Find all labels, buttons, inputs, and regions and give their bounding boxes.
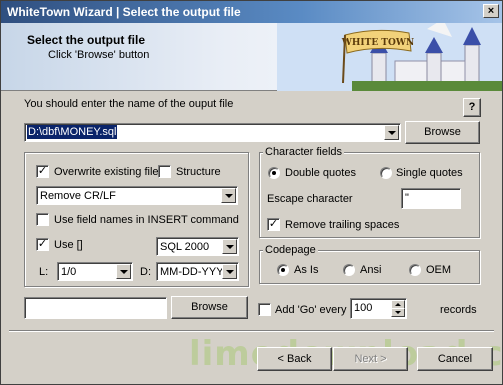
chevron-down-icon[interactable] (222, 264, 237, 279)
escape-char-input[interactable]: " (401, 188, 461, 209)
remove-trailing-checkbox[interactable]: ✓ (267, 218, 280, 231)
add-go-checkbox[interactable] (258, 303, 271, 316)
add-go-label: Add 'Go' every (275, 304, 347, 316)
page-title: Select the output file (27, 33, 146, 47)
remove-trailing-label: Remove trailing spaces (285, 219, 400, 231)
back-button[interactable]: < Back (257, 347, 332, 371)
help-button[interactable]: ? (463, 98, 481, 117)
use-brackets-label: Use [] (54, 239, 83, 251)
chevron-down-icon[interactable] (221, 188, 236, 203)
d-label: D: (140, 266, 151, 278)
close-icon: × (487, 5, 495, 17)
single-quotes-label: Single quotes (396, 167, 463, 179)
codepage-oem-radio[interactable] (409, 264, 421, 276)
output-prompt: You should enter the name of the ouput f… (24, 98, 234, 110)
crlf-select[interactable]: Remove CR/LF (36, 186, 238, 205)
use-brackets-checkbox[interactable]: ✓ (36, 238, 49, 251)
overwrite-checkbox[interactable]: ✓ (36, 165, 49, 178)
chevron-down-icon[interactable] (222, 239, 237, 254)
sql-version-select[interactable]: SQL 2000 (156, 237, 239, 256)
castle-logo-icon: WHITE TOWN (277, 23, 502, 91)
codepage-oem-label: OEM (426, 264, 452, 276)
browse-output-button[interactable]: Browse (405, 121, 480, 144)
output-file-combo[interactable]: D:\dbf\MONEY.sql (24, 123, 401, 142)
double-quotes-label: Double quotes (285, 167, 356, 179)
window-title: WhiteTown Wizard | Select the output fil… (7, 5, 241, 19)
structure-label: Structure (176, 166, 221, 178)
crlf-value: Remove CR/LF (40, 190, 116, 202)
output-file-value: D:\dbf\MONEY.sql (27, 125, 118, 139)
overwrite-label: Overwrite existing file (54, 166, 159, 178)
l-label: L: (39, 266, 49, 278)
logical-format-select[interactable]: 1/0 (57, 262, 133, 281)
wizard-window: WhiteTown Wizard | Select the output fil… (0, 0, 503, 385)
codepage-asis-label: As Is (294, 264, 319, 276)
single-quotes-radio[interactable] (380, 167, 392, 179)
field-names-label: Use field names in INSERT command (54, 214, 239, 226)
date-format-value: MM-DD-YYYY (160, 266, 222, 278)
codepage-asis-radio[interactable] (277, 264, 289, 276)
logical-format-value: 1/0 (61, 266, 77, 278)
close-button[interactable]: × (483, 4, 499, 18)
date-format-select[interactable]: MM-DD-YYYY (156, 262, 239, 281)
cancel-button[interactable]: Cancel (417, 347, 493, 371)
chevron-down-icon[interactable] (384, 125, 399, 140)
character-fields-title: Character fields (263, 146, 345, 158)
extra-file-input[interactable] (24, 297, 167, 319)
next-button[interactable]: Next > (333, 347, 408, 371)
escape-label: Escape character (267, 193, 353, 205)
structure-checkbox[interactable] (158, 165, 171, 178)
records-value: 100 (354, 302, 373, 314)
field-names-checkbox[interactable] (36, 213, 49, 226)
spin-down-icon[interactable] (391, 308, 405, 317)
wizard-header: Select the output file Click 'Browse' bu… (1, 23, 502, 91)
page-subtitle: Click 'Browse' button (48, 49, 150, 61)
footer-divider (9, 330, 494, 332)
sql-version-value: SQL 2000 (160, 241, 210, 253)
codepage-ansi-radio[interactable] (343, 264, 355, 276)
title-bar[interactable]: WhiteTown Wizard | Select the output fil… (1, 1, 502, 23)
double-quotes-radio[interactable] (268, 167, 280, 179)
codepage-title: Codepage (263, 244, 318, 256)
records-stepper[interactable]: 100 (350, 298, 407, 319)
codepage-ansi-label: Ansi (360, 264, 382, 276)
banner-text: WHITE TOWN (341, 38, 414, 48)
records-label: records (440, 304, 477, 316)
escape-char-value: " (405, 192, 409, 204)
chevron-down-icon[interactable] (116, 264, 131, 279)
browse-extra-button[interactable]: Browse (171, 296, 248, 319)
